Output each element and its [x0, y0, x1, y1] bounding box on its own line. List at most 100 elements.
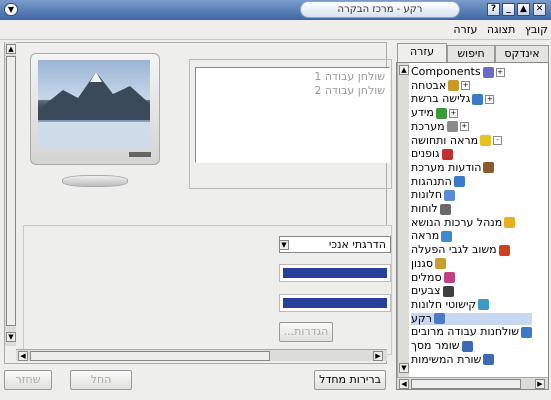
maximize-button[interactable]: ▲	[517, 3, 530, 16]
title-bar[interactable]: ▼ רקע - מרכז הבקרה ? _ ▲ ✕	[0, 0, 551, 20]
menu-file[interactable]: קובץ	[522, 20, 551, 36]
background-icon	[433, 313, 445, 325]
tree-item[interactable]: שורת המשימות	[411, 352, 532, 366]
tree-item-label: שומר מסך	[411, 339, 460, 352]
tree-item-label: התנהגות	[411, 174, 452, 188]
scroll-left-icon[interactable]: ◀	[399, 379, 409, 389]
tree-item[interactable]: מערכת +	[411, 119, 532, 133]
collapse-icon[interactable]: -	[493, 136, 503, 145]
apply-button[interactable]: החל	[70, 370, 132, 390]
tree-item-label: אבטחה	[411, 78, 447, 92]
tree-item[interactable]: רקע	[411, 311, 532, 325]
scroll-down-icon[interactable]: ▼	[399, 363, 409, 373]
tree-item-label: חלונות	[411, 188, 443, 202]
tree-scrollbar-vertical[interactable]: ▲ ▼	[397, 63, 409, 377]
minimize-button[interactable]: _	[502, 3, 515, 16]
tree-item-label: רקע	[411, 311, 432, 325]
scroll-thumb[interactable]	[30, 351, 270, 361]
window-menu-icon[interactable]: ▼	[4, 3, 18, 16]
tree-scrollbar-horizontal[interactable]: ◀ ▶	[397, 377, 548, 389]
info-icon	[435, 107, 447, 119]
desktop-list-frame	[189, 59, 392, 189]
tab-index[interactable]: אינדקס	[495, 45, 549, 63]
tree-item[interactable]: Components +	[411, 66, 532, 78]
lock-icon	[448, 80, 460, 92]
monitor-stand	[62, 175, 128, 187]
network-icon	[472, 93, 484, 105]
menu-view[interactable]: תצוגה	[484, 20, 518, 36]
content-area: שולחן עבודה 1 שולחן עבודה 2 הדרגתי אנכי …	[4, 42, 392, 364]
expand-icon[interactable]: +	[448, 108, 458, 118]
tree-item[interactable]: מראה ותחושה -	[411, 133, 532, 147]
tree-item[interactable]: קישוטי חלונות	[411, 298, 532, 311]
window-decorations-icon	[478, 299, 490, 311]
tree-item[interactable]: מנהל ערכות הנושא	[411, 215, 532, 229]
tab-search[interactable]: חיפוש	[447, 45, 495, 63]
tree-item-label: שורת המשימות	[411, 352, 482, 366]
color1-button[interactable]	[279, 264, 391, 282]
reset-button[interactable]: שחזר	[4, 370, 52, 390]
windows-icon	[444, 189, 456, 201]
window: ▼ רקע - מרכז הבקרה ? _ ▲ ✕ קובץ תצוגה עז…	[0, 0, 551, 400]
settings-button[interactable]: הגדרות...	[279, 322, 333, 342]
tree-item-label: הודעות מערכת	[411, 160, 482, 174]
help-button[interactable]: ?	[487, 3, 500, 16]
expand-icon[interactable]: +	[485, 94, 495, 104]
scroll-left-icon[interactable]: ◀	[18, 351, 28, 361]
scroll-up-icon[interactable]: ▲	[6, 44, 16, 54]
navigation-tree[interactable]: Components + אבטחה + גלישה ברשת + מידע + מערכת + מ…	[396, 62, 549, 390]
scroll-thumb[interactable]	[411, 379, 521, 389]
chevron-down-icon[interactable]: ▼	[279, 240, 289, 250]
content-scrollbar-vertical[interactable]: ▲ ▼	[4, 42, 16, 346]
tree-item[interactable]: משוב לגבי הפעלה	[411, 244, 532, 256]
monitor-buttons	[129, 152, 151, 157]
scroll-right-icon[interactable]: ▶	[373, 351, 383, 361]
scroll-thumb[interactable]	[6, 56, 16, 326]
system-icon	[446, 121, 458, 133]
scroll-up-icon[interactable]: ▲	[399, 65, 409, 75]
color2-button[interactable]	[279, 294, 391, 312]
tree-item-label: מערכת	[411, 119, 445, 133]
expand-icon[interactable]: +	[459, 122, 469, 132]
tree-item[interactable]: מראה	[411, 230, 532, 242]
expand-icon[interactable]: +	[461, 81, 471, 91]
tree-item[interactable]: אבטחה +	[411, 78, 532, 92]
icons-icon	[443, 272, 455, 283]
style-icon	[441, 230, 453, 242]
mountain-image	[38, 72, 150, 148]
tree-item-label: משוב לגבי הפעלה	[411, 243, 497, 257]
tree-item[interactable]: התנהגות	[411, 174, 532, 188]
tree-item[interactable]: לוחות	[411, 203, 532, 215]
tree-item[interactable]: הודעות מערכת	[411, 160, 532, 174]
gradient-select[interactable]: הדרגתי אנכי	[279, 236, 391, 253]
tree-item[interactable]: שומר מסך	[411, 340, 532, 352]
wallpaper-preview	[38, 60, 150, 148]
scroll-right-icon[interactable]: ▶	[535, 379, 545, 389]
tree-item-label: צבעים	[411, 284, 441, 298]
menu-help[interactable]: עזרה	[450, 20, 480, 36]
theme-manager-icon	[504, 217, 516, 229]
tree-item-label: מידע	[411, 106, 434, 120]
tree-item[interactable]: סגנון	[411, 257, 532, 270]
monitor-preview	[30, 53, 160, 198]
content-scrollbar-horizontal[interactable]: ◀ ▶	[16, 349, 387, 361]
gradient-select-value: הדרגתי אנכי	[328, 238, 386, 251]
tree-item-label: סמלים	[411, 270, 442, 284]
tree-item[interactable]: שולחנות עבודה מרובים	[411, 326, 533, 338]
tree-item[interactable]: סמלים	[411, 270, 532, 284]
scroll-down-icon[interactable]: ▼	[6, 332, 16, 342]
tree-item-label: מראה ותחושה	[411, 133, 479, 147]
tree-item[interactable]: גופנים	[411, 148, 532, 160]
tab-help[interactable]: עזרה	[397, 43, 447, 63]
colors-icon	[442, 285, 454, 297]
multiple-desktops-icon	[521, 326, 533, 338]
tree-item[interactable]: מידע +	[411, 107, 532, 119]
tree-item[interactable]: גלישה ברשת +	[411, 93, 532, 105]
close-button[interactable]: ✕	[533, 3, 546, 16]
tree-item[interactable]: חלונות	[411, 189, 532, 201]
tree-item[interactable]: צבעים	[411, 285, 532, 297]
tree-item-label: מנהל ערכות הנושא	[411, 215, 503, 229]
defaults-button[interactable]: ברירות מחדל	[314, 370, 386, 390]
launch-feedback-icon	[498, 244, 510, 256]
expand-icon[interactable]: +	[495, 67, 505, 77]
